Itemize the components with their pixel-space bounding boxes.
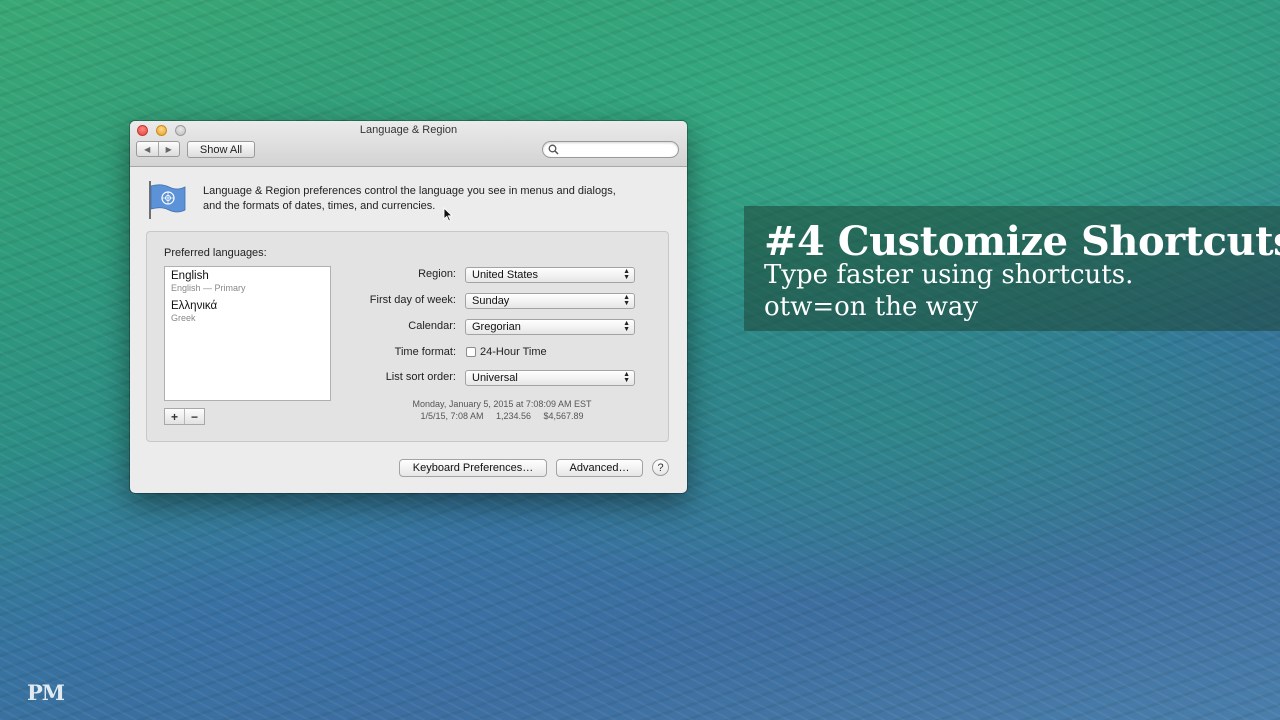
search-icon [548,144,559,155]
language-subtitle: English — Primary [171,283,246,293]
sort-order-value: Universal [472,372,518,384]
first-day-value: Sunday [472,295,510,307]
preferred-languages-label: Preferred languages: [164,247,267,259]
remove-language-button[interactable]: − [185,409,204,424]
help-button[interactable]: ? [652,459,669,476]
time-format-label: Time format: [394,346,456,358]
keyboard-preferences-button[interactable]: Keyboard Preferences… [399,459,547,477]
list-item[interactable]: English English — Primary [171,270,246,293]
description: Language & Region preferences control th… [203,184,616,214]
pm-logo: PM [27,680,65,705]
caption-line: otw=on the way [764,292,979,322]
language-list[interactable]: English English — Primary Ελληνικά Greek [164,266,331,401]
sort-order-popup[interactable]: Universal ▲ ▼ [465,370,635,386]
nav-back-forward[interactable]: ◀ ▶ [136,141,180,157]
forward-arrow-icon[interactable]: ▶ [159,142,180,156]
description-line: Language & Region preferences control th… [203,185,616,197]
sort-order-label: List sort order: [385,371,456,383]
language-name: Ελληνικά [171,300,218,312]
24-hour-label[interactable]: 24-Hour Time [480,346,547,358]
window-title: Language & Region [359,124,458,136]
first-day-label: First day of week: [369,294,456,306]
caption-title: #4 Customize Shortcuts [764,218,1280,265]
caption-line: Type faster using shortcuts. [764,260,1134,290]
format-sample-date: Monday, January 5, 2015 at 7:08:09 AM ES… [412,399,592,409]
list-item[interactable]: Ελληνικά Greek [171,300,217,323]
updown-arrows-icon: ▲ ▼ [623,320,630,333]
calendar-label: Calendar: [408,320,456,332]
language-region-window: Language & Region ◀ ▶ Show All Language … [130,121,687,493]
language-name: English [171,270,209,282]
toolbar: Language & Region ◀ ▶ Show All [130,121,687,167]
calendar-popup[interactable]: Gregorian ▲ ▼ [465,319,635,335]
region-value: United States [472,269,539,281]
region-label: Region: [418,268,456,280]
updown-arrows-icon: ▲ ▼ [623,268,630,281]
show-all-button[interactable]: Show All [187,141,255,158]
add-remove-buttons: + − [164,408,205,425]
mouse-cursor-icon [443,207,453,222]
add-language-button[interactable]: + [165,409,185,424]
first-day-popup[interactable]: Sunday ▲ ▼ [465,293,635,309]
24-hour-checkbox[interactable] [466,347,476,357]
description-line: and the formats of dates, times, and cur… [203,200,436,212]
region-popup[interactable]: United States ▲ ▼ [465,267,635,283]
updown-arrows-icon: ▲ ▼ [623,371,630,384]
language-subtitle: Greek [171,313,196,323]
video-caption-banner: #4 Customize Shortcuts Type faster using… [744,206,1280,331]
calendar-value: Gregorian [472,321,521,333]
settings-group: Preferred languages: English English — P… [146,231,669,442]
un-flag-icon [149,181,186,219]
format-sample-numbers: 1/5/15, 7:08 AM 1,234.56 $4,567.89 [420,411,584,421]
search-field[interactable] [542,141,679,158]
back-arrow-icon[interactable]: ◀ [137,142,159,156]
updown-arrows-icon: ▲ ▼ [623,294,630,307]
advanced-button[interactable]: Advanced… [556,459,643,477]
